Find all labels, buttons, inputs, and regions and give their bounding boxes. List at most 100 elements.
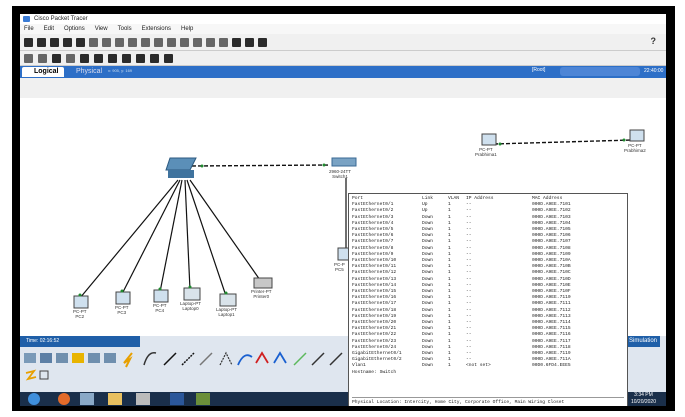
prabhima2-icon[interactable] (629, 129, 645, 142)
screen-icon[interactable] (258, 37, 267, 47)
mac-cell: 000D.A9EE.710D (532, 276, 571, 282)
mac-cell: 000D.A9EE.7112 (532, 307, 571, 313)
cloud-category-icon[interactable] (104, 353, 116, 363)
tab-physical[interactable]: Physical (68, 67, 102, 77)
save-icon[interactable] (50, 37, 59, 47)
zoom-out-icon[interactable] (193, 37, 202, 47)
menu-view[interactable]: View (95, 24, 108, 34)
line-icon[interactable] (94, 53, 103, 63)
router-category-icon[interactable] (24, 353, 36, 363)
workspace-time: 22:40:00 (644, 68, 664, 74)
freeform-icon[interactable] (136, 53, 145, 63)
pc4-name: PC4 (155, 308, 165, 313)
grid-icon[interactable] (39, 370, 49, 380)
coaxial-icon[interactable] (237, 354, 253, 366)
print-icon[interactable] (63, 37, 72, 47)
move-icon[interactable] (52, 53, 61, 63)
menu-extensions[interactable]: Extensions (142, 24, 171, 34)
switch1-name: Switch1 (332, 174, 348, 179)
activity-wizard-icon[interactable] (89, 37, 98, 47)
laptop1-label: Laptop-PT Laptop1 (216, 307, 237, 317)
search-icon[interactable] (38, 53, 47, 63)
port-status-tooltip: Port Link VLAN IP Address MAC Address Fa… (348, 193, 628, 406)
serial-dce-icon[interactable] (255, 351, 269, 364)
open-envelope-icon[interactable] (164, 53, 173, 63)
menu-tools[interactable]: Tools (118, 24, 132, 34)
laptop1-icon[interactable] (219, 293, 237, 307)
zoom-in-icon[interactable] (167, 37, 176, 47)
copy-icon[interactable] (115, 37, 124, 47)
pc4-icon[interactable] (153, 289, 169, 303)
link-light (120, 289, 124, 293)
list-icon[interactable] (245, 37, 254, 47)
menu-bar: File Edit Options View Tools Extensions … (20, 24, 666, 34)
redo-icon[interactable] (154, 37, 163, 47)
ellipse-icon[interactable] (122, 53, 131, 63)
pc2-name: PC2 (75, 314, 85, 319)
view-controls[interactable] (560, 67, 640, 76)
secondary-toolbar (20, 51, 666, 66)
menu-file[interactable]: File (24, 24, 34, 34)
switch1-icon[interactable] (331, 157, 357, 167)
mac-cell: 000D.A9EE.7111 (532, 301, 571, 307)
octal-icon[interactable] (293, 352, 307, 366)
chrome-icon[interactable] (58, 393, 70, 405)
rectangle-icon[interactable] (108, 53, 117, 63)
cable-prabhima (493, 139, 633, 145)
menu-help[interactable]: Help (181, 24, 193, 34)
info-icon[interactable] (76, 37, 85, 47)
serial-dte-icon[interactable] (273, 351, 287, 364)
undo-icon[interactable] (141, 37, 150, 47)
clock-date: 10/20/2020 (630, 399, 656, 405)
printer-name: Printer0 (253, 294, 270, 299)
pc3-name: PC3 (117, 310, 127, 315)
pc2-icon[interactable] (73, 295, 89, 309)
start-button-icon[interactable] (28, 393, 40, 405)
packet-tracer-taskbar-icon[interactable] (196, 393, 210, 405)
tab-logical[interactable]: Logical (22, 67, 64, 77)
straight-through-icon[interactable] (163, 352, 177, 366)
iot-custom-cable-icon[interactable] (311, 352, 325, 366)
menu-options[interactable]: Options (64, 24, 85, 34)
app-icon[interactable] (136, 393, 150, 405)
end-devices-category-icon[interactable] (88, 353, 100, 363)
zoom-reset-icon[interactable] (180, 37, 189, 47)
open-file-icon[interactable] (37, 37, 46, 47)
help-icon[interactable]: ? (651, 36, 657, 46)
realtime-clock: Time: 02:16:52 (20, 336, 140, 347)
usb-cable-icon[interactable] (329, 352, 343, 366)
pc5-label: PC-P PC5 (334, 262, 345, 272)
phone-cable-icon[interactable] (219, 351, 233, 366)
media-icon[interactable] (80, 393, 94, 405)
mac-cell: 000D.A9EE.7103 (532, 214, 571, 220)
envelope-icon[interactable] (150, 53, 159, 63)
prabhima1-icon[interactable] (481, 133, 497, 146)
word-icon[interactable] (170, 393, 184, 405)
menu-edit[interactable]: Edit (44, 24, 54, 34)
printer-icon[interactable] (253, 277, 273, 289)
switch0-icon[interactable] (165, 157, 197, 171)
pc3-icon[interactable] (115, 291, 131, 305)
paste-icon[interactable] (128, 37, 137, 47)
laptop0-icon[interactable] (183, 287, 201, 301)
select-icon[interactable] (24, 53, 33, 63)
new-file-icon[interactable] (24, 37, 33, 47)
network-info-icon[interactable] (102, 37, 111, 47)
auto-connection-icon[interactable] (123, 352, 133, 368)
root-label[interactable]: [Root] (532, 67, 545, 73)
resize-icon[interactable] (66, 53, 75, 63)
hub-category-icon[interactable] (56, 353, 68, 363)
switch-category-icon[interactable] (40, 353, 52, 363)
note-icon[interactable] (80, 53, 89, 63)
lightning-icon[interactable] (25, 369, 37, 381)
notes-icon[interactable] (232, 37, 241, 47)
crossover-icon[interactable] (181, 352, 195, 366)
fiber-icon[interactable] (199, 352, 213, 366)
mac-cell: 000D.A9EE.7117 (532, 338, 571, 344)
console-cable-icon[interactable] (143, 352, 157, 366)
folder-icon[interactable] (108, 393, 122, 405)
custom-device-icon[interactable] (219, 37, 228, 47)
drawing-palette-icon[interactable] (206, 37, 215, 47)
connections-category-icon[interactable] (72, 353, 84, 363)
switch1-label: 2960-24TT Switch1 (329, 169, 351, 179)
